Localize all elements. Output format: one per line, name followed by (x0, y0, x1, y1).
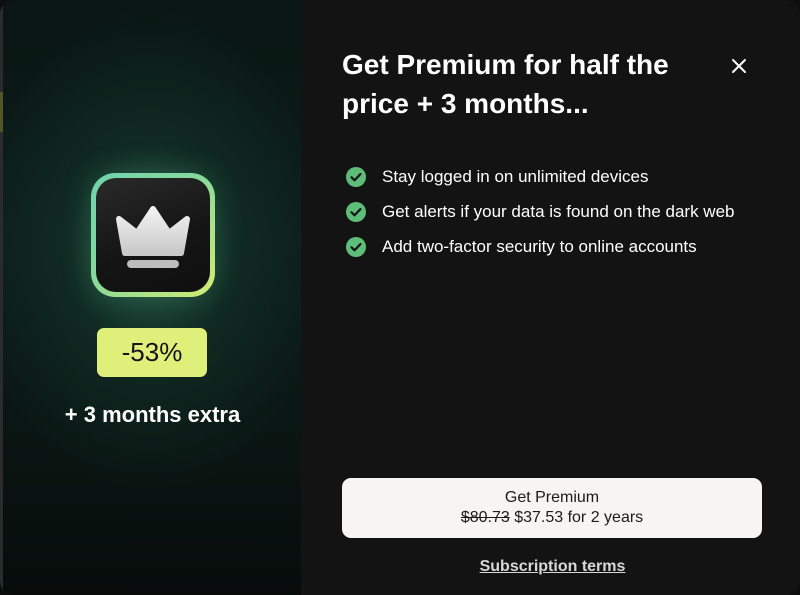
extra-months-label: + 3 months extra (64, 402, 241, 427)
feature-label: Stay logged in on unlimited devices (382, 166, 649, 186)
close-button[interactable] (725, 52, 753, 80)
check-circle-icon (346, 236, 366, 257)
cta-price: $80.73 $37.53 for 2 years (342, 508, 762, 528)
feature-label: Get alerts if your data is found on the … (382, 201, 735, 221)
cta-label: Get Premium (504, 489, 600, 506)
new-price: $37.53 for 2 years (514, 509, 644, 526)
premium-upsell-dialog: -53% + 3 months extra Get Premium for ha… (0, 0, 800, 595)
promo-panel: -53% + 3 months extra (0, 0, 301, 595)
check-circle-icon (346, 201, 366, 222)
old-price: $80.73 (460, 509, 510, 526)
content-panel: Get Premium for half the price + 3 month… (301, 0, 800, 595)
premium-app-icon (91, 173, 215, 297)
get-premium-button[interactable]: Get Premium $80.73 $37.53 for 2 years (342, 478, 762, 538)
window-edge (0, 0, 3, 595)
feature-item: Add two-factor security to online accoun… (346, 229, 734, 264)
feature-item: Stay logged in on unlimited devices (346, 159, 734, 194)
dialog-title: Get Premium for half the price + 3 month… (342, 49, 669, 119)
crown-icon (116, 206, 190, 268)
feature-list: Stay logged in on unlimited devices Get … (346, 159, 734, 264)
feature-label: Add two-factor security to online accoun… (382, 236, 697, 256)
close-icon (732, 59, 746, 73)
check-circle-icon (346, 166, 366, 187)
discount-badge: -53% (97, 328, 207, 377)
feature-item: Get alerts if your data is found on the … (346, 194, 734, 229)
window-edge-mark (0, 92, 3, 132)
subscription-terms-link[interactable]: Subscription terms (301, 558, 800, 576)
